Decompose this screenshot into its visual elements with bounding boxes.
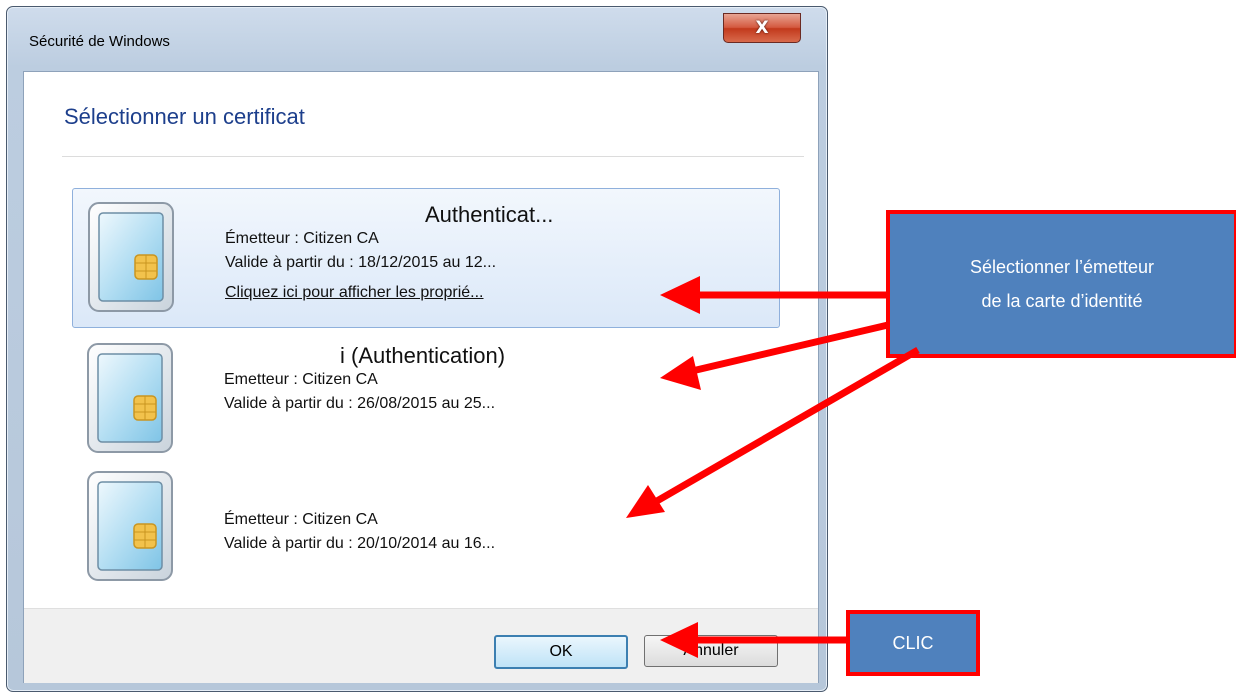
arrow-to-certificate-2: [691, 321, 889, 375]
annotation-arrows: [626, 276, 920, 658]
